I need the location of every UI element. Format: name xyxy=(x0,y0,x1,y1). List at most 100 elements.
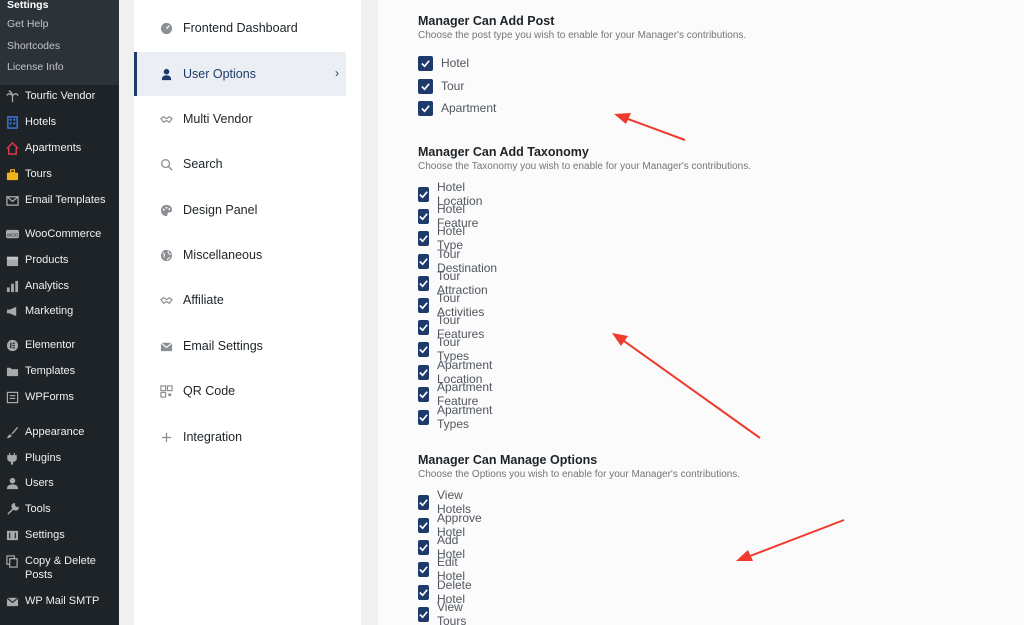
wp-menu-item-analytics[interactable]: Analytics xyxy=(0,275,119,297)
checkbox-option[interactable]: Hotel Feature xyxy=(418,202,482,230)
checkbox-checked[interactable] xyxy=(418,341,429,357)
checkbox-option[interactable]: Apartment Feature xyxy=(418,380,496,408)
gutter xyxy=(119,0,134,625)
checkbox-checked[interactable] xyxy=(418,561,429,577)
checkbox-option[interactable]: Approve Hotel xyxy=(418,511,486,539)
wp-menu-label: Marketing xyxy=(25,305,74,317)
wp-submenu-item-get-help[interactable]: Get Help xyxy=(0,14,119,36)
wp-menu-item-email-templates[interactable]: Email Templates xyxy=(0,189,119,211)
palm-tree-icon xyxy=(5,89,19,103)
checkbox-option[interactable]: Hotel xyxy=(418,54,469,72)
wp-menu-item-wpforms[interactable]: WPForms xyxy=(0,386,119,408)
checkbox-option[interactable]: Add Hotel xyxy=(418,533,469,561)
wp-menu-item-products[interactable]: Products xyxy=(0,249,119,271)
handshake-icon xyxy=(159,112,173,126)
checkbox-option[interactable]: Hotel Location xyxy=(418,180,486,208)
wp-menu-item-settings[interactable]: Settings xyxy=(0,524,119,546)
building-icon xyxy=(5,115,19,129)
nav-item-affiliate[interactable]: Affiliate xyxy=(134,278,346,322)
wp-menu-item-wp-mail-smtp[interactable]: WP Mail SMTP xyxy=(0,590,119,612)
form-icon xyxy=(5,390,19,404)
nav-item-multi-vendor[interactable]: Multi Vendor xyxy=(134,97,346,141)
checkbox-option[interactable]: View Hotels xyxy=(418,488,475,516)
checkbox-checked[interactable] xyxy=(418,409,429,425)
wp-menu-item-appearance[interactable]: Appearance xyxy=(0,421,119,443)
wp-submenu-item-license-info[interactable]: License Info xyxy=(0,57,119,79)
checkbox-checked[interactable] xyxy=(418,584,429,600)
wp-menu-label: Tours xyxy=(25,168,52,180)
checkbox-option[interactable]: Tour Types xyxy=(418,335,473,363)
nav-item-user-options[interactable]: User Options › xyxy=(134,52,346,96)
wp-menu-label: Copy & Delete Posts xyxy=(25,555,96,581)
wp-menu-item-copy-delete-posts[interactable]: Copy & Delete Posts xyxy=(0,554,119,588)
checkbox-option[interactable]: Tour Activities xyxy=(418,291,488,319)
checkbox-checked[interactable] xyxy=(418,494,429,510)
wp-menu-label: Tourfic Vendor xyxy=(25,90,96,102)
checkbox-checked[interactable] xyxy=(418,78,433,94)
checkbox-checked[interactable] xyxy=(418,253,430,269)
wp-menu-item-woocommerce[interactable]: WOO WooCommerce xyxy=(0,223,119,245)
checkbox-checked[interactable] xyxy=(418,606,429,622)
checkbox-option[interactable]: Delete Hotel xyxy=(418,578,476,606)
checkbox-checked[interactable] xyxy=(418,55,433,71)
wp-menu-item-tourfic-vendor[interactable]: Tourfic Vendor xyxy=(0,85,119,107)
checkbox-checked[interactable] xyxy=(418,186,429,202)
wp-menu-item-tools[interactable]: Tools xyxy=(0,498,119,520)
checkbox-option[interactable]: Edit Hotel xyxy=(418,555,469,583)
checkbox-option[interactable]: Tour Destination xyxy=(418,247,501,275)
nav-item-search[interactable]: Search xyxy=(134,142,346,186)
wp-submenu: Settings Get Help Shortcodes License Inf… xyxy=(0,0,119,85)
nav-item-label: Frontend Dashboard xyxy=(183,21,298,35)
checkbox-checked[interactable] xyxy=(418,208,429,224)
wp-submenu-item-shortcodes[interactable]: Shortcodes xyxy=(0,36,119,58)
section-description: Choose the Options you wish to enable fo… xyxy=(418,469,741,480)
checkbox-checked[interactable] xyxy=(418,100,433,116)
checkbox-checked[interactable] xyxy=(418,386,429,402)
checkbox-option[interactable]: Apartment Types xyxy=(418,403,496,431)
nav-item-miscellaneous[interactable]: Miscellaneous xyxy=(134,233,346,277)
qr-code-icon xyxy=(159,384,173,398)
nav-item-qr-code[interactable]: QR Code xyxy=(134,369,346,413)
house-icon xyxy=(5,141,19,155)
nav-item-label: Design Panel xyxy=(183,203,258,217)
nav-item-email-settings[interactable]: Email Settings xyxy=(134,324,346,368)
paintbrush-icon xyxy=(5,425,19,439)
folder-icon xyxy=(5,364,19,378)
checkbox-checked[interactable] xyxy=(418,364,429,380)
wp-menu-item-apartments[interactable]: Apartments xyxy=(0,137,119,159)
wp-menu-label: WPForms xyxy=(25,391,74,403)
checkbox-checked[interactable] xyxy=(418,319,429,335)
checkbox-option[interactable]: Apartment Location xyxy=(418,358,496,386)
wp-menu-item-marketing[interactable]: Marketing xyxy=(0,300,119,322)
wp-menu-item-plugins[interactable]: Plugins xyxy=(0,447,119,469)
nav-item-frontend-dashboard[interactable]: Frontend Dashboard xyxy=(134,6,346,50)
wp-admin-sidebar: Settings Get Help Shortcodes License Inf… xyxy=(0,0,119,625)
checkbox-checked[interactable] xyxy=(418,230,429,246)
checkbox-checked[interactable] xyxy=(418,539,429,555)
checkbox-checked[interactable] xyxy=(418,275,429,291)
checkbox-checked[interactable] xyxy=(418,297,429,313)
checkbox-option[interactable]: Tour xyxy=(418,77,464,95)
checkbox-option[interactable]: Tour Attraction xyxy=(418,269,492,297)
elementor-icon xyxy=(5,338,19,352)
checkbox-checked[interactable] xyxy=(418,517,429,533)
section-manager-manage-options: Manager Can Manage Options Choose the Op… xyxy=(418,452,740,481)
wp-menu-item-tours[interactable]: Tours xyxy=(0,163,119,185)
wp-menu-item-elementor[interactable]: Elementor xyxy=(0,334,119,356)
checkbox-option[interactable]: Tour Features xyxy=(418,313,488,341)
wp-menu-item-users[interactable]: Users xyxy=(0,472,119,494)
wp-menu-item-hotels[interactable]: Hotels xyxy=(0,111,119,133)
chevron-right-icon: › xyxy=(335,66,339,80)
wp-menu-label: Plugins xyxy=(25,452,62,464)
mail-icon xyxy=(5,594,19,608)
envelope-icon xyxy=(5,193,19,207)
wp-menu-item-templates[interactable]: Templates xyxy=(0,360,119,382)
nav-item-integration[interactable]: Integration xyxy=(134,415,346,459)
checkbox-option[interactable]: View Tours xyxy=(418,600,470,625)
checkbox-label: Apartment Types xyxy=(437,403,493,431)
checkbox-option[interactable]: Apartment xyxy=(418,99,496,117)
section-manager-add-post: Manager Can Add Post Choose the post typ… xyxy=(418,13,746,42)
checkbox-option[interactable]: Hotel Type xyxy=(418,224,469,252)
wp-submenu-item-settings[interactable]: Settings xyxy=(0,0,119,14)
nav-item-design-panel[interactable]: Design Panel xyxy=(134,188,346,232)
